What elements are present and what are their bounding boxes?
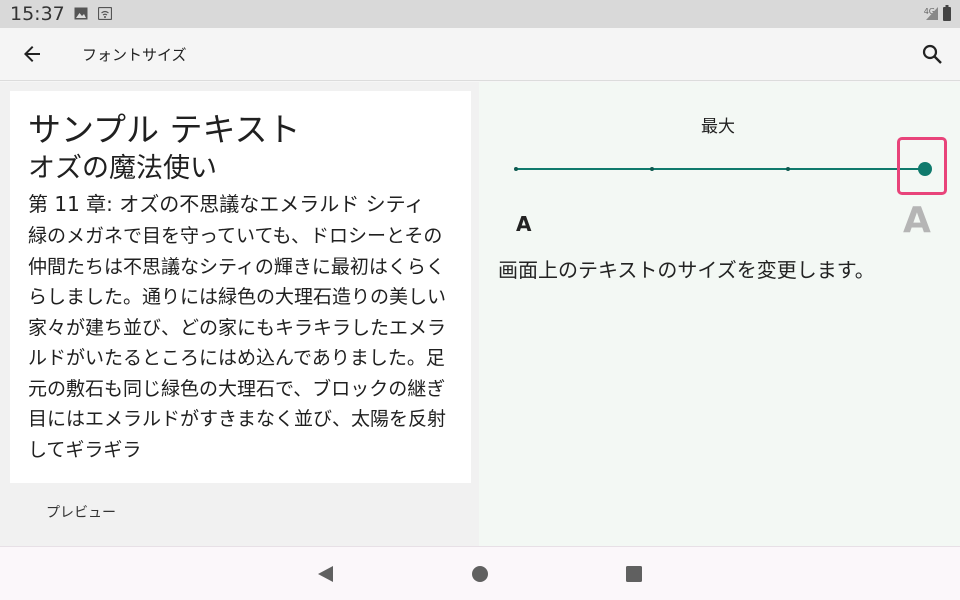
font-size-settings: 最大 A A 画面上のテキストのサイズを変更します。 <box>479 82 960 546</box>
preview-heading2: オズの魔法使い <box>28 153 217 184</box>
wifi-cast-icon <box>98 7 112 20</box>
preview-pane: サンプル テキスト オズの魔法使い 第 11 章: オズの不思議なエメラルド シ… <box>0 82 479 546</box>
preview-heading1: サンプル テキスト <box>28 110 301 149</box>
preview-heading3: 第 11 章: オズの不思議なエメラルド シティ <box>28 192 425 216</box>
font-size-slider[interactable] <box>507 154 937 184</box>
status-bar: 15:37 4G <box>0 0 960 28</box>
arrow-left-icon[interactable] <box>20 42 44 66</box>
back-triangle-icon[interactable] <box>314 563 336 585</box>
status-time: 15:37 <box>10 3 65 25</box>
font-size-description: 画面上のテキストのサイズを変更します。 <box>498 258 875 282</box>
slider-tick[interactable] <box>514 167 518 171</box>
recents-square-icon[interactable] <box>623 563 645 585</box>
home-circle-icon[interactable] <box>469 563 491 585</box>
app-bar: フォントサイズ <box>0 28 960 81</box>
small-text-glyph: A <box>516 212 532 236</box>
image-icon <box>74 7 88 20</box>
preview-body-text: 緑のメガネで目を守っていても、ドロシーとその仲間たちは不思議なシティの輝きに最初… <box>28 225 447 461</box>
slider-tick[interactable] <box>650 167 654 171</box>
preview-card[interactable]: サンプル テキスト オズの魔法使い 第 11 章: オズの不思議なエメラルド シ… <box>10 91 471 483</box>
slider-track[interactable] <box>515 168 925 170</box>
preview-label: プレビュー <box>46 505 116 521</box>
cell-signal-icon <box>926 7 938 20</box>
highlight-box <box>897 137 947 195</box>
font-size-level-label: 最大 <box>701 117 735 137</box>
page-title: フォントサイズ <box>82 46 187 64</box>
slider-tick[interactable] <box>786 167 790 171</box>
large-text-glyph: A <box>903 200 931 241</box>
battery-icon <box>943 5 951 21</box>
navigation-bar <box>0 546 960 600</box>
search-icon[interactable] <box>920 42 944 66</box>
